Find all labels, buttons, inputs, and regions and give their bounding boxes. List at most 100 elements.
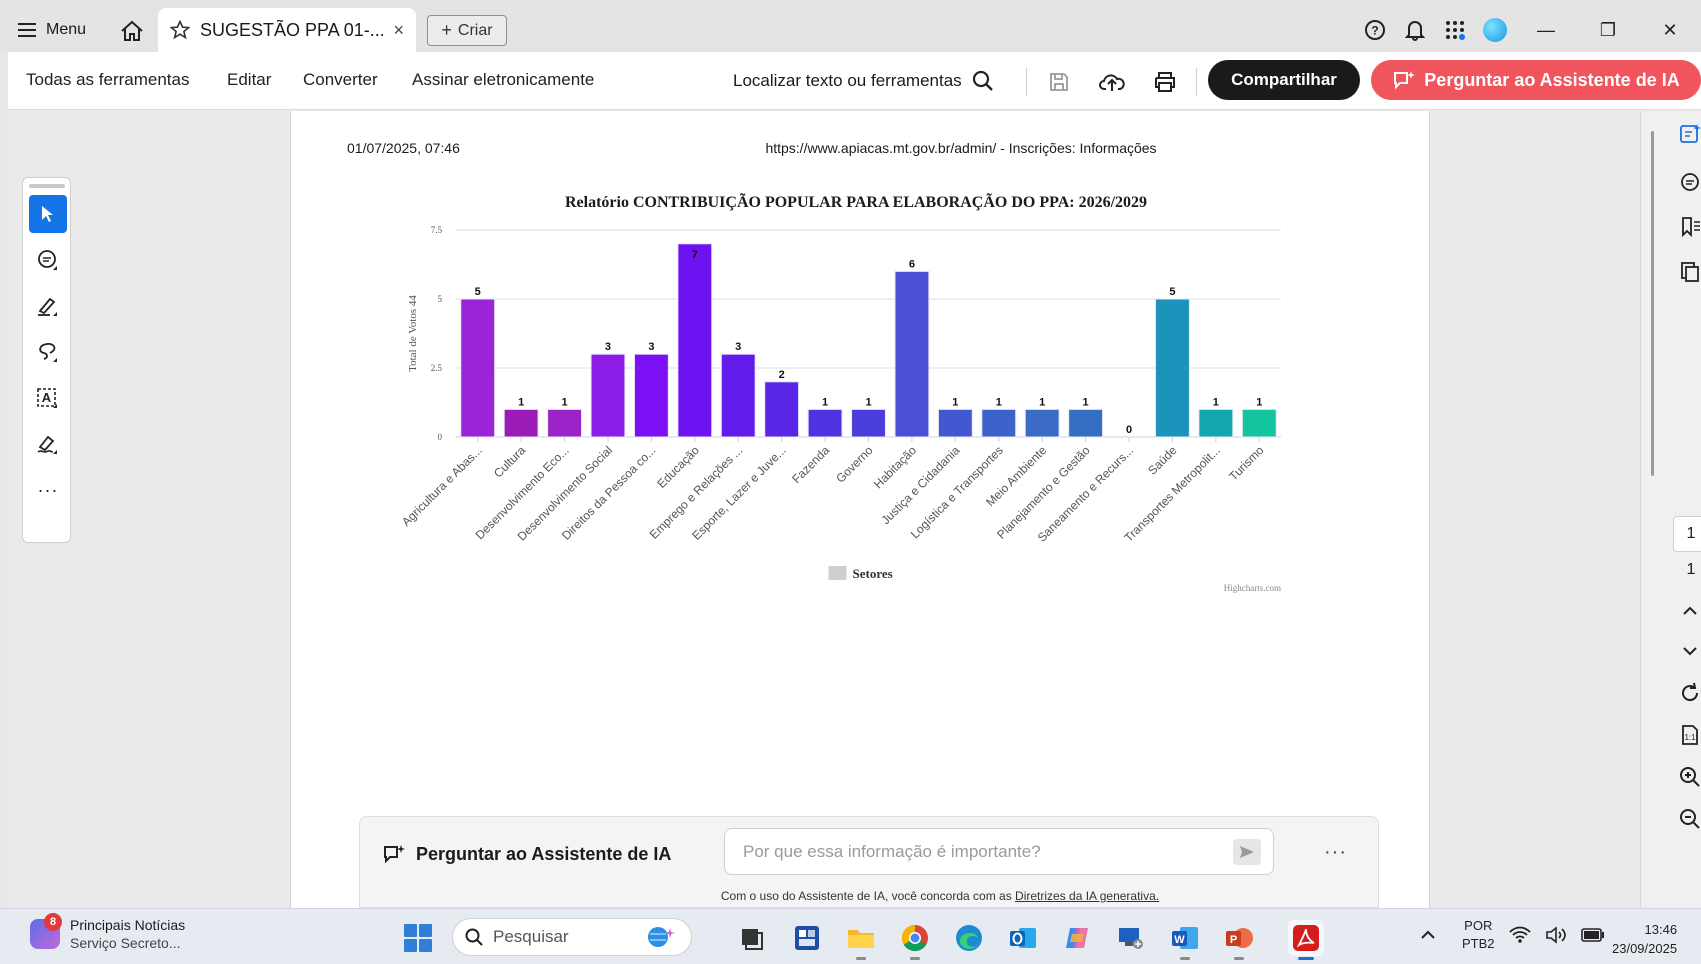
data-label: 1 <box>518 396 524 408</box>
menu-all-tools[interactable]: Todas as ferramentas <box>26 70 189 90</box>
edge-icon[interactable] <box>951 920 987 956</box>
news-icon: 8 <box>30 913 62 949</box>
bar <box>547 408 582 438</box>
language-indicator[interactable]: POR PTB2 <box>1462 917 1495 953</box>
ai-question-input[interactable]: Por que essa informação é importante? <box>724 828 1274 875</box>
chevron-up-icon[interactable] <box>1420 930 1436 940</box>
find-label: Localizar texto ou ferramentas <box>733 71 962 90</box>
cloud-upload-icon[interactable] <box>1096 66 1128 98</box>
menu-edit[interactable]: Editar <box>227 70 271 90</box>
data-label: 5 <box>475 286 481 298</box>
save-icon[interactable] <box>1043 66 1075 98</box>
send-icon <box>1240 846 1254 858</box>
outlook-icon[interactable] <box>1005 920 1041 956</box>
news-subtitle: Serviço Secreto... <box>70 935 181 951</box>
menu-button[interactable]: Menu <box>8 13 96 47</box>
bell-icon[interactable] <box>1395 12 1435 48</box>
home-button[interactable] <box>117 16 147 46</box>
apps-grid-icon[interactable] <box>1435 12 1475 48</box>
x-tick-label: Saúde <box>1145 443 1180 478</box>
ai-terms-prefix: Com o uso do Assistente de IA, você conc… <box>720 889 1016 903</box>
wifi-icon[interactable] <box>1508 926 1531 944</box>
volume-icon[interactable] <box>1545 926 1567 944</box>
send-button[interactable] <box>1233 839 1261 865</box>
close-tab-icon[interactable]: × <box>393 20 404 41</box>
minimize-button[interactable]: — <box>1515 12 1577 48</box>
bookmarks-icon[interactable] <box>1677 214 1701 240</box>
copilot-icon[interactable] <box>1059 920 1095 956</box>
ai-panel-label: Perguntar ao Assistente de IA <box>416 843 672 864</box>
svg-text:W: W <box>1174 934 1185 946</box>
remote-app-icon[interactable] <box>1113 920 1149 956</box>
clock[interactable]: 13:46 23/09/2025 <box>1612 920 1677 958</box>
widgets-app-icon[interactable] <box>789 920 825 956</box>
zoom-out-icon[interactable] <box>1677 806 1701 832</box>
print-url: https://www.apiacas.mt.gov.br/admin/ - I… <box>765 140 1157 156</box>
y-tick-label: 2.5 <box>431 363 443 373</box>
chevron-down-icon[interactable] <box>1677 638 1701 664</box>
x-tick-label: Governo <box>833 443 876 486</box>
ai-summary-icon[interactable] <box>1677 121 1701 147</box>
x-tick-label: Cultura <box>491 443 528 480</box>
profile-avatar[interactable] <box>1475 12 1515 48</box>
bar <box>1068 408 1104 438</box>
bar <box>937 408 973 438</box>
highlight-tool[interactable] <box>29 287 67 325</box>
bar <box>1241 408 1277 438</box>
help-icon[interactable]: ? <box>1355 12 1395 48</box>
powerpoint-icon[interactable]: P <box>1221 920 1257 960</box>
current-page-field[interactable]: 1 <box>1673 516 1701 552</box>
acrobat-icon[interactable] <box>1288 920 1324 960</box>
windows-start-icon[interactable] <box>404 924 432 952</box>
page-fit-icon[interactable]: 1:1 <box>1677 722 1701 748</box>
document-tab[interactable]: SUGESTÃO PPA 01-... × <box>158 8 416 52</box>
print-icon[interactable] <box>1149 66 1181 98</box>
right-rail: 1 1 1:1 <box>1640 111 1701 908</box>
data-label: 3 <box>648 341 654 353</box>
comments-panel-icon[interactable] <box>1677 169 1701 195</box>
select-tool[interactable] <box>29 195 67 233</box>
news-widget[interactable]: 8 Principais Notícias Serviço Secreto... <box>30 913 185 951</box>
more-tools-icon[interactable]: ··· <box>29 471 67 509</box>
ai-guidelines-link[interactable]: Diretrizes da IA generativa. <box>1015 889 1159 903</box>
bar <box>764 381 800 438</box>
sign-tool[interactable] <box>29 425 67 463</box>
word-icon[interactable]: W <box>1167 920 1203 960</box>
file-explorer-icon[interactable] <box>843 920 879 960</box>
draw-tool[interactable] <box>29 333 67 371</box>
restore-button[interactable]: ❐ <box>1577 12 1639 48</box>
data-label: 1 <box>561 396 567 408</box>
pages-panel-icon[interactable] <box>1677 259 1701 285</box>
taskbar-search[interactable]: Pesquisar <box>452 918 692 956</box>
share-button[interactable]: Compartilhar <box>1208 60 1360 100</box>
bing-globe-icon <box>648 927 675 947</box>
pen-icon <box>38 297 57 316</box>
menu-esign[interactable]: Assinar eletronicamente <box>412 70 594 90</box>
battery-icon[interactable] <box>1580 928 1605 942</box>
task-view-icon[interactable] <box>734 920 770 956</box>
rotate-icon[interactable] <box>1677 680 1701 706</box>
plus-icon: + <box>441 20 452 40</box>
close-window-button[interactable]: ✕ <box>1639 12 1701 48</box>
zoom-in-icon[interactable] <box>1677 764 1701 790</box>
y-tick-label: 5 <box>438 294 443 304</box>
chevron-up-icon[interactable] <box>1677 598 1701 624</box>
vertical-scrollbar[interactable] <box>1651 131 1654 476</box>
menu-convert[interactable]: Converter <box>303 70 378 90</box>
drag-handle[interactable] <box>29 184 65 188</box>
comment-tool[interactable] <box>29 241 67 279</box>
more-options-icon[interactable]: ··· <box>1324 841 1347 864</box>
lang-bottom: PTB2 <box>1462 936 1495 951</box>
data-label: 1 <box>996 396 1002 408</box>
star-icon[interactable] <box>170 20 190 40</box>
chrome-icon[interactable] <box>897 920 933 960</box>
text-tool[interactable]: A <box>29 379 67 417</box>
ai-assistant-button[interactable]: Perguntar ao Assistente de IA <box>1371 60 1701 100</box>
search-placeholder: Pesquisar <box>493 927 569 946</box>
bar <box>460 298 496 438</box>
ai-terms-text: Com o uso do Assistente de IA, você conc… <box>660 889 1220 903</box>
find-tools[interactable]: Localizar texto ou ferramentas <box>733 70 994 92</box>
create-button[interactable]: + Criar <box>427 15 507 46</box>
data-label: 1 <box>1039 396 1045 408</box>
bar <box>1198 408 1234 438</box>
